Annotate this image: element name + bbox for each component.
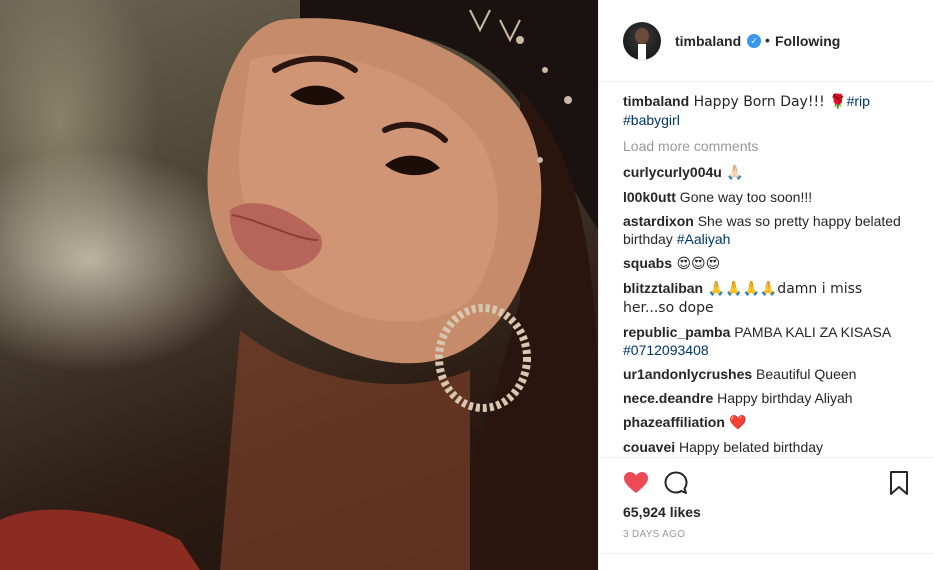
username-link[interactable]: timbaland	[675, 33, 741, 49]
separator-dot: •	[765, 32, 770, 48]
hashtag-link[interactable]: #0712093408	[623, 342, 709, 358]
portrait-illustration	[0, 0, 598, 570]
comments-list: timbaland Happy Born Day!!! 🌹#rip #babyg…	[623, 92, 915, 462]
bookmark-icon[interactable]	[887, 470, 911, 496]
comment-text: Beautiful Queen	[752, 366, 857, 382]
caption-username-link[interactable]: timbaland	[623, 93, 689, 109]
comment-bubble-icon[interactable]	[663, 470, 689, 496]
comment-username-link[interactable]: nece.deandre	[623, 390, 713, 406]
comment-row: astardixon She was so pretty happy belat…	[623, 212, 915, 248]
caption: timbaland Happy Born Day!!! 🌹#rip #babyg…	[623, 92, 915, 129]
comment-row: blitzztaliban 🙏🙏🙏🙏damn i miss her...so d…	[623, 279, 915, 317]
comment-row: ur1andonlycrushes Beautiful Queen	[623, 365, 915, 383]
comment-username-link[interactable]: curlycurly004u	[623, 164, 722, 180]
post-actions: 65,924 likes 3 DAYS AGO	[599, 457, 934, 570]
load-more-comments-button[interactable]: Load more comments	[623, 137, 915, 155]
comment-username-link[interactable]: couavei	[623, 439, 675, 455]
comment-username-link[interactable]: blitzztaliban	[623, 280, 703, 296]
likes-count[interactable]: 65,924 likes	[623, 504, 701, 520]
comment-row: couavei Happy belated birthday	[623, 438, 915, 456]
comment-text: 😍😍😍	[672, 256, 721, 272]
following-button[interactable]: Following	[775, 33, 840, 49]
comment-text: Happy birthday Aliyah	[713, 390, 853, 406]
caption-text: Happy Born Day!!! 🌹	[689, 94, 847, 110]
divider	[599, 553, 934, 554]
hashtag-link[interactable]: #babygirl	[623, 112, 680, 128]
comment-text: 🙏🏻	[721, 165, 744, 181]
comment-text: Happy belated birthday	[675, 439, 824, 455]
comment-text: PAMBA KALI ZA KISASA	[730, 324, 891, 340]
verified-badge-icon: ✓	[747, 34, 761, 48]
comment-row: l00k0utt Gone way too soon!!!	[623, 188, 915, 206]
comment-username-link[interactable]: l00k0utt	[623, 189, 676, 205]
comment-username-link[interactable]: astardixon	[623, 213, 694, 229]
comment-username-link[interactable]: squabs	[623, 255, 672, 271]
heart-icon[interactable]	[623, 470, 649, 496]
comment-username-link[interactable]: ur1andonlycrushes	[623, 366, 752, 382]
comment-row: squabs 😍😍😍	[623, 254, 915, 273]
comment-row: nece.deandre Happy birthday Aliyah	[623, 389, 915, 407]
hashtag-link[interactable]: #Aaliyah	[677, 231, 731, 247]
post-details-panel: timbaland ✓ • Following timbaland Happy …	[598, 0, 934, 570]
comment-row: curlycurly004u 🙏🏻	[623, 163, 915, 182]
comment-row: phazeaffiliation ❤️	[623, 413, 915, 432]
comment-username-link[interactable]: republic_pamba	[623, 324, 730, 340]
avatar[interactable]	[623, 22, 661, 60]
hashtag-link[interactable]: #rip	[847, 93, 870, 109]
comment-row: republic_pamba PAMBA KALI ZA KISASA #071…	[623, 323, 915, 359]
post-photo[interactable]	[0, 0, 598, 570]
post-header: timbaland ✓ • Following	[599, 0, 934, 82]
post-timestamp[interactable]: 3 DAYS AGO	[623, 529, 685, 540]
comment-text: ❤️	[724, 415, 747, 431]
comment-text: Gone way too soon!!!	[675, 189, 813, 205]
comment-username-link[interactable]: phazeaffiliation	[623, 414, 725, 430]
